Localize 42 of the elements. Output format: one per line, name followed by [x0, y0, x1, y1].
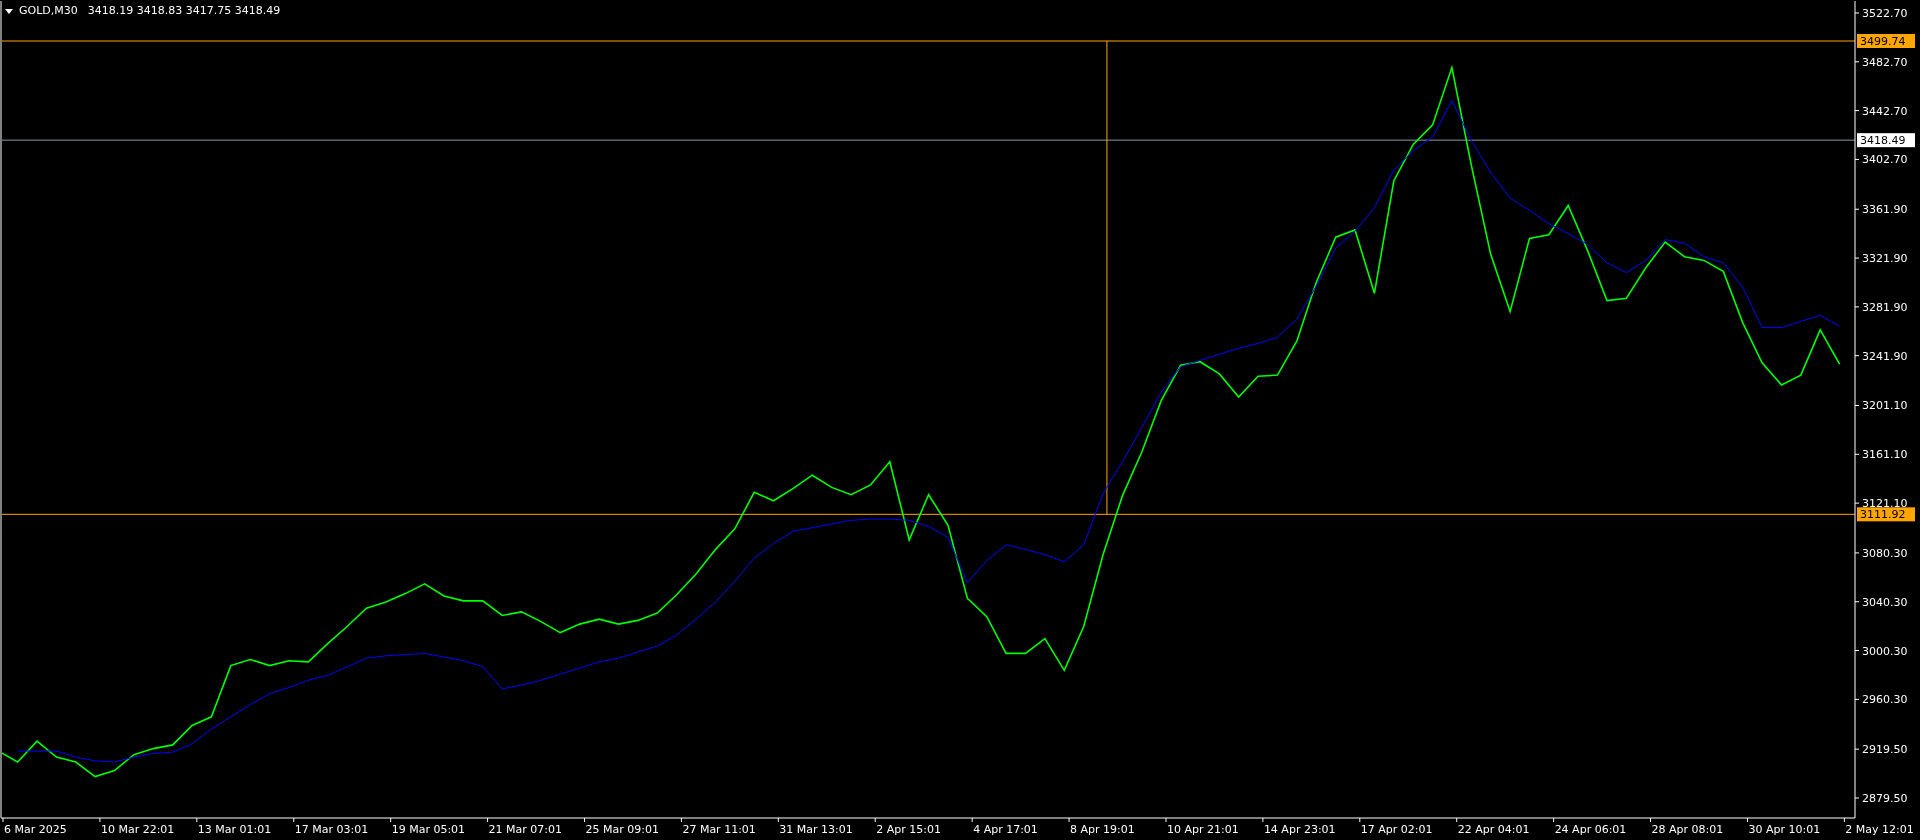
price-axis-label: 2919.50 [1862, 743, 1908, 757]
time-axis-label: 27 Mar 11:01 [682, 823, 756, 836]
time-axis-label: 13 Mar 01:01 [197, 823, 272, 836]
time-axis-label: 10 Mar 22:01 [100, 823, 175, 836]
price-axis-label: 3281.90 [1862, 300, 1908, 314]
price-axis-label: 3040.30 [1862, 595, 1908, 609]
dropdown-icon[interactable] [5, 8, 13, 14]
time-axis-label: 17 Apr 02:01 [1360, 823, 1433, 836]
price-axis-label: 3000.30 [1862, 644, 1908, 658]
price-tag: 3499.74 [1857, 34, 1915, 48]
time-axis-label: 28 Apr 08:01 [1651, 823, 1724, 836]
time-axis-label: 25 Mar 09:01 [585, 823, 659, 836]
price-axis-label: 2879.50 [1862, 792, 1908, 805]
time-axis-label: 31 Mar 13:01 [779, 823, 853, 836]
time-axis-label: 10 Apr 21:01 [1166, 823, 1239, 836]
time-axis-label: 22 Apr 04:01 [1457, 823, 1530, 836]
price-tag: 3111.92 [1857, 507, 1915, 522]
time-axis-label: 2 May 12:01 [1845, 823, 1914, 836]
price-axis-label: 3080.30 [1862, 546, 1908, 560]
time-axis-label: 17 Mar 03:01 [294, 823, 369, 836]
time-axis-label: 2 Apr 15:01 [876, 823, 941, 836]
time-axis-label: 6 Mar 2025 [4, 823, 67, 836]
price-axis-label: 3402.70 [1862, 153, 1908, 167]
time-axis-label: 21 Mar 07:01 [488, 823, 562, 836]
price-axis-label: 3321.90 [1862, 252, 1908, 266]
price-axis-label: 2960.30 [1862, 693, 1908, 707]
price-axis-label: 3361.90 [1862, 203, 1908, 217]
price-tag: 3418.49 [1857, 133, 1915, 148]
time-axis-label: 19 Mar 05:01 [391, 823, 466, 836]
time-axis-label: 8 Apr 19:01 [1070, 823, 1135, 836]
price-axis-label: 3482.70 [1862, 55, 1908, 69]
symbol-label: GOLD,M30 [19, 4, 78, 18]
price-axis-label: 3161.10 [1862, 448, 1908, 462]
time-axis-label: 30 Apr 10:01 [1748, 823, 1821, 836]
time-axis-label: 24 Apr 06:01 [1554, 823, 1627, 836]
price-axis-label: 3442.70 [1862, 104, 1908, 118]
time-axis-label: 4 Apr 17:01 [973, 823, 1038, 836]
time-axis-label: 14 Apr 23:01 [1263, 823, 1336, 836]
price-axis-label: 3522.70 [1862, 7, 1908, 20]
price-axis-label: 3201.10 [1862, 399, 1908, 413]
price-axis-label: 3241.90 [1862, 349, 1908, 363]
quote-values: 3418.19 3418.83 3417.75 3418.49 [87, 4, 281, 18]
